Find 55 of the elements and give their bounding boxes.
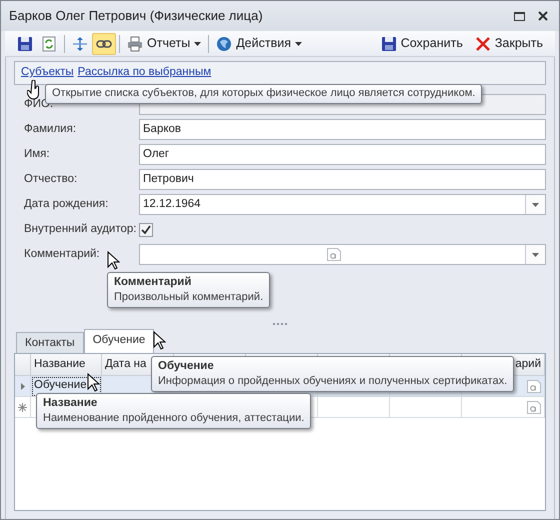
link[interactable]: Рассылка по выбранным bbox=[78, 64, 212, 82]
close-button[interactable]: Закрыть bbox=[470, 32, 547, 54]
close-icon bbox=[474, 36, 491, 52]
printer-icon bbox=[127, 36, 143, 52]
menu-button[interactable]: Действия bbox=[212, 32, 306, 54]
refresh-icon bbox=[41, 36, 57, 52]
save-button[interactable]: Сохранить bbox=[376, 32, 467, 54]
close-icon bbox=[538, 11, 548, 21]
pointer-cursor-icon bbox=[107, 251, 120, 270]
field-label: Комментарий: bbox=[24, 248, 100, 260]
field-label: Имя: bbox=[24, 148, 50, 160]
link[interactable]: Субъекты bbox=[21, 64, 74, 82]
globe-icon bbox=[216, 36, 232, 52]
field-label: Отчество: bbox=[24, 172, 78, 185]
pointer-cursor-icon bbox=[87, 373, 100, 392]
new-row-icon bbox=[18, 402, 27, 412]
checkbox[interactable] bbox=[139, 222, 153, 236]
tooltip-title: Название bbox=[43, 396, 98, 410]
field-label: Внутренний аудитор: bbox=[24, 222, 136, 235]
column-header[interactable]: Название bbox=[31, 354, 102, 376]
hand-cursor-icon bbox=[27, 80, 41, 100]
menu-button[interactable]: Отчеты bbox=[123, 32, 206, 54]
memo-icon bbox=[327, 248, 341, 261]
dropdown-button[interactable] bbox=[525, 245, 545, 264]
check-icon bbox=[141, 224, 151, 234]
tooltip-title: Комментарий bbox=[114, 275, 192, 290]
input-field[interactable]: Барков bbox=[139, 119, 546, 140]
tooltip-text: Открытие списка субъектов, для которых физическое лицо является сотрудником. bbox=[52, 87, 476, 99]
memo-icon bbox=[527, 380, 541, 392]
row-indicator-header bbox=[15, 354, 31, 376]
memo-field[interactable] bbox=[139, 244, 546, 265]
caret-icon bbox=[295, 42, 302, 46]
dropdown-button[interactable] bbox=[525, 195, 545, 214]
link-button[interactable] bbox=[92, 32, 116, 54]
window-title: Барков Олег Петрович (Физические лица) bbox=[9, 7, 263, 26]
restore-icon bbox=[514, 12, 524, 20]
save-icon bbox=[17, 36, 33, 52]
memo-icon bbox=[527, 400, 541, 414]
input-field[interactable]: Олег bbox=[139, 144, 546, 165]
caret-icon bbox=[532, 202, 539, 206]
date-field[interactable]: 12.12.1964 bbox=[139, 194, 546, 215]
expand-icon bbox=[72, 36, 88, 52]
tab[interactable]: Обучение bbox=[84, 329, 154, 353]
tooltip-text: Произвольный комментарий. bbox=[114, 291, 264, 306]
field-label: Дата рождения: bbox=[24, 198, 108, 210]
pointer-cursor-icon bbox=[153, 331, 166, 350]
tooltip-text: Наименование пройденного обучения, аттестации. bbox=[43, 412, 304, 426]
caret-icon bbox=[532, 252, 539, 256]
field-label: Фамилия: bbox=[24, 122, 76, 135]
tab[interactable]: Контакты bbox=[16, 332, 84, 353]
caret-icon bbox=[194, 42, 202, 46]
tooltip-text: Информация о пройденных обучениях и полученных сертификатах. bbox=[158, 375, 508, 390]
input-field[interactable]: Петрович bbox=[139, 169, 546, 190]
save-icon bbox=[380, 36, 397, 52]
row-pointer-icon bbox=[20, 382, 24, 390]
